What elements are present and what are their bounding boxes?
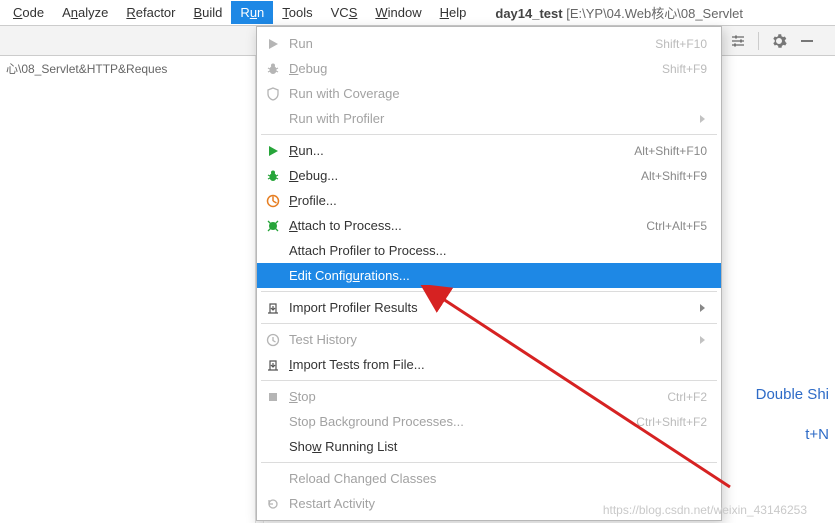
settings-icon[interactable] (730, 33, 746, 49)
restart-gray-icon (263, 497, 283, 511)
breadcrumb: 心\08_Servlet&HTTP&Reques (0, 56, 255, 81)
menu-analyze[interactable]: Analyze (53, 1, 117, 24)
menu-item-profile[interactable]: Profile... (257, 188, 721, 213)
menu-item-label: Stop (289, 389, 667, 404)
menu-item-reload-changed-classes: Reload Changed Classes (257, 466, 721, 491)
menu-item-label: Import Tests from File... (289, 357, 707, 372)
shield-gray-icon (263, 87, 283, 101)
menu-item-label: Test History (289, 332, 699, 347)
submenu-arrow-icon (699, 303, 707, 313)
menu-code[interactable]: Code (4, 1, 53, 24)
menu-item-show-running-list[interactable]: Show Running List (257, 434, 721, 459)
menu-item-label: Run (289, 36, 655, 51)
menu-separator (261, 323, 717, 324)
project-path: [E:\YP\04.Web核心\08_Servlet (566, 6, 743, 21)
submenu-arrow-icon (699, 114, 707, 124)
menu-item-label: Run... (289, 143, 634, 158)
menu-item-run: RunShift+F10 (257, 31, 721, 56)
menu-item-test-history: Test History (257, 327, 721, 352)
menu-item-label: Debug (289, 61, 662, 76)
menu-item-debug: DebugShift+F9 (257, 56, 721, 81)
menu-item-run-with-coverage: Run with Coverage (257, 81, 721, 106)
menu-separator (261, 462, 717, 463)
shortcut-label: Alt+Shift+F9 (641, 169, 707, 183)
menu-help[interactable]: Help (431, 1, 476, 24)
menu-separator (261, 380, 717, 381)
menu-item-label: Reload Changed Classes (289, 471, 707, 486)
menu-item-import-profiler-results[interactable]: Import Profiler Results (257, 295, 721, 320)
watermark: https://blog.csdn.net/weixin_43146253 (603, 503, 807, 517)
shortcut-label: Ctrl+F2 (667, 390, 707, 404)
menu-item-import-tests-from-file[interactable]: Import Tests from File... (257, 352, 721, 377)
sidebar: 心\08_Servlet&HTTP&Reques (0, 56, 256, 523)
menu-build[interactable]: Build (185, 1, 232, 24)
shortcut-label: Shift+F10 (655, 37, 707, 51)
play-green-icon (263, 144, 283, 158)
menu-item-label: Show Running List (289, 439, 707, 454)
shortcut-label: Ctrl+Alt+F5 (646, 219, 707, 233)
attach-icon (263, 219, 283, 233)
menu-item-label: Run with Profiler (289, 111, 699, 126)
project-name: day14_test [E:\YP\04.Web核心\08_Servlet (495, 3, 743, 22)
minus-icon[interactable] (799, 33, 815, 49)
menubar: CodeAnalyzeRefactorBuildRunToolsVCSWindo… (0, 0, 835, 26)
shortcut-label: Alt+Shift+F10 (634, 144, 707, 158)
menu-item-attach-profiler-to-process[interactable]: Attach Profiler to Process... (257, 238, 721, 263)
menu-item-label: Edit Configurations... (289, 268, 707, 283)
project-title: day14_test (495, 6, 562, 21)
import-icon (263, 358, 283, 372)
import-icon (263, 301, 283, 315)
menu-item-attach-to-process[interactable]: Attach to Process...Ctrl+Alt+F5 (257, 213, 721, 238)
run-menu-dropdown: RunShift+F10DebugShift+F9Run with Covera… (256, 26, 722, 521)
menu-item-edit-configurations[interactable]: Edit Configurations... (257, 263, 721, 288)
menu-item-label: Run with Coverage (289, 86, 707, 101)
menu-item-label: Profile... (289, 193, 707, 208)
menu-item-label: Stop Background Processes... (289, 414, 636, 429)
menu-item-label: Attach to Process... (289, 218, 646, 233)
menu-item-stop: StopCtrl+F2 (257, 384, 721, 409)
menu-item-label: Import Profiler Results (289, 300, 699, 315)
hint-double-shift: Double Shi (756, 386, 829, 403)
menu-tools[interactable]: Tools (273, 1, 321, 24)
clock-gray-icon (263, 333, 283, 347)
menu-vcs[interactable]: VCS (322, 1, 367, 24)
hint-ctrl-n: t+N (805, 426, 829, 443)
menu-item-debug[interactable]: Debug...Alt+Shift+F9 (257, 163, 721, 188)
menu-run[interactable]: Run (231, 1, 273, 24)
menu-window[interactable]: Window (366, 1, 430, 24)
menu-item-stop-background-processes: Stop Background Processes...Ctrl+Shift+F… (257, 409, 721, 434)
menu-item-label: Attach Profiler to Process... (289, 243, 707, 258)
bug-green-icon (263, 169, 283, 183)
gear-icon[interactable] (771, 33, 787, 49)
menu-separator (261, 291, 717, 292)
menu-item-run-with-profiler: Run with Profiler (257, 106, 721, 131)
submenu-arrow-icon (699, 335, 707, 345)
play-gray-icon (263, 37, 283, 51)
shortcut-label: Shift+F9 (662, 62, 707, 76)
menu-refactor[interactable]: Refactor (117, 1, 184, 24)
stop-gray-icon (263, 390, 283, 404)
bug-gray-icon (263, 62, 283, 76)
toolbar-separator (758, 32, 759, 50)
menu-item-label: Debug... (289, 168, 641, 183)
profile-icon (263, 194, 283, 208)
menu-separator (261, 134, 717, 135)
menu-item-run[interactable]: Run...Alt+Shift+F10 (257, 138, 721, 163)
shortcut-label: Ctrl+Shift+F2 (636, 415, 707, 429)
